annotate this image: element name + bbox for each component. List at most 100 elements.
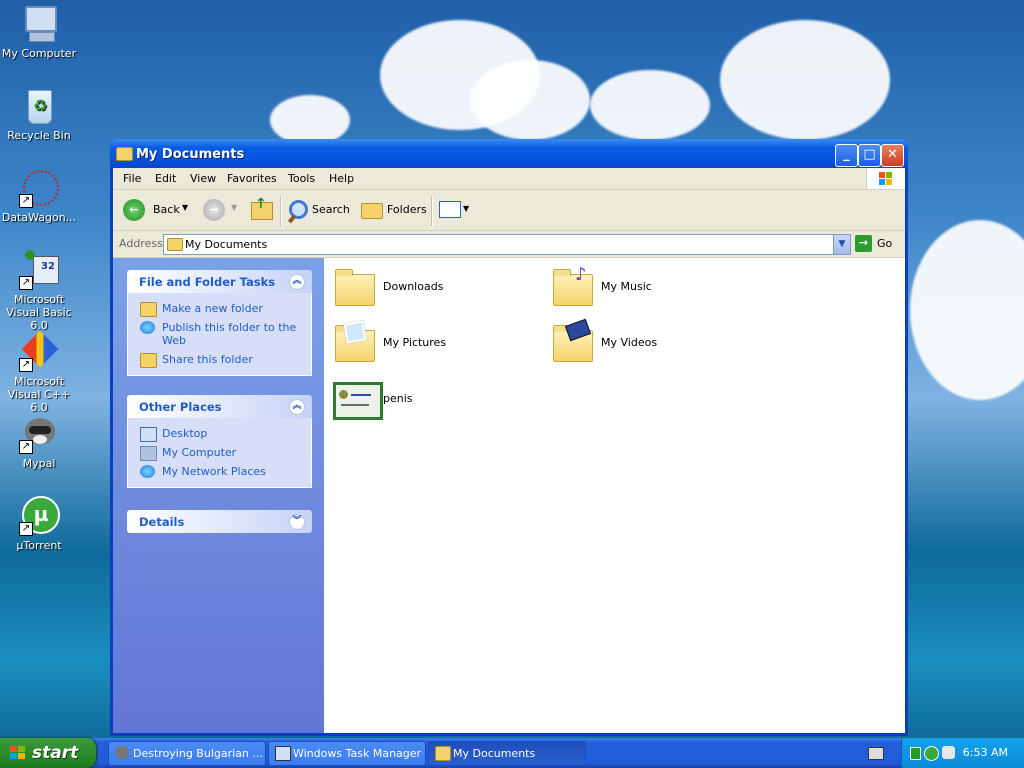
details-header[interactable]: Details ︾ — [127, 510, 312, 533]
utorrent-icon: µ ↗ — [19, 496, 60, 536]
menu-file[interactable]: File — [123, 172, 141, 185]
chevron-down-icon: ▼ — [463, 204, 470, 213]
place-my-network-places[interactable]: My Network Places — [128, 462, 311, 481]
go-arrow-icon: → — [855, 235, 872, 252]
panel-title: Details — [139, 515, 185, 529]
datawagon-icon: ↗ — [19, 168, 59, 208]
my-computer-icon — [140, 446, 157, 461]
go-label: Go — [877, 237, 893, 250]
videos-folder-icon — [551, 318, 595, 362]
file-name: penis — [383, 392, 413, 405]
music-folder-icon: ♪ — [551, 264, 595, 306]
search-button[interactable]: Search — [285, 195, 351, 225]
certificate-file-icon — [333, 378, 383, 420]
file-folder-tasks-header[interactable]: File and Folder Tasks ︽ — [127, 270, 312, 293]
chevron-down-icon[interactable]: ︾ — [289, 514, 305, 530]
address-value: My Documents — [185, 238, 268, 251]
desktop-icon — [140, 427, 157, 442]
taskbar-item[interactable]: Windows Task Manager — [268, 741, 426, 766]
file-name: My Videos — [601, 336, 658, 349]
minimize-icon: _ — [843, 147, 850, 162]
folder-icon — [167, 238, 183, 251]
menu-view[interactable]: View — [190, 172, 216, 185]
chevron-up-icon[interactable]: ︽ — [289, 399, 305, 415]
start-button[interactable]: start — [0, 738, 96, 768]
folder-icon — [116, 147, 133, 161]
desktop-icon-my-computer[interactable]: My Computer — [0, 4, 78, 60]
up-folder-button[interactable]: ↑ — [247, 196, 275, 224]
place-desktop[interactable]: Desktop — [128, 424, 311, 443]
globe-icon — [140, 321, 155, 334]
folders-icon — [361, 203, 383, 219]
file-name: My Pictures — [383, 336, 447, 349]
shortcut-arrow-icon: ↗ — [19, 522, 33, 536]
file-item-penis[interactable]: penis — [327, 376, 537, 426]
desktop-icon-mypal[interactable]: ↗ Mypal — [0, 414, 78, 470]
other-places-header[interactable]: Other Places ︽ — [127, 395, 312, 418]
system-tray: 6:53 AM — [901, 738, 1024, 768]
address-bar: Address My Documents ▼ → Go — [113, 231, 905, 258]
taskbar-item-label: My Documents — [453, 747, 536, 760]
title-bar[interactable]: My Documents _ □ ✕ — [110, 139, 908, 168]
desktop-icon-utorrent[interactable]: µ ↗ µTorrent — [0, 496, 78, 552]
address-input[interactable]: My Documents ▼ — [163, 234, 851, 255]
task-publish-folder[interactable]: Publish this folder to the Web — [128, 318, 311, 350]
taskbar-item-label: Destroying Bulgarian ... — [133, 747, 263, 760]
folders-button[interactable]: Folders — [357, 195, 427, 225]
desktop-icon-label: My Computer — [1, 47, 77, 60]
network-tray-icon[interactable] — [942, 746, 955, 759]
back-button[interactable]: ← Back ▼ — [119, 195, 189, 225]
details-panel: Details ︾ — [127, 510, 312, 533]
task-make-new-folder[interactable]: Make a new folder — [128, 299, 311, 318]
chevron-down-icon: ▼ — [182, 203, 189, 212]
menu-edit[interactable]: Edit — [155, 172, 176, 185]
start-label: start — [32, 743, 79, 763]
taskbar-item-active[interactable]: My Documents — [428, 741, 586, 766]
maximize-button[interactable]: □ — [858, 144, 881, 167]
folders-label: Folders — [387, 203, 427, 216]
visual-cpp-icon: ↗ — [19, 330, 59, 372]
menu-help[interactable]: Help — [329, 172, 354, 185]
task-share-folder[interactable]: Share this folder — [128, 350, 311, 369]
window-title: My Documents — [136, 147, 245, 162]
forward-button[interactable]: → ▼ — [201, 195, 241, 225]
desktop-icon-visual-cpp[interactable]: ↗ Microsoft Visual C++ 6.0 — [0, 330, 78, 414]
chevron-up-icon[interactable]: ︽ — [289, 274, 305, 290]
file-item-downloads[interactable]: Downloads — [327, 264, 537, 314]
place-label: My Computer — [162, 446, 237, 459]
background-cloud — [270, 95, 350, 145]
desktop-icon-label: µTorrent — [16, 539, 62, 552]
desktop-icon-recycle-bin[interactable]: ♻ Recycle Bin — [0, 86, 78, 142]
chevron-down-icon: ▼ — [838, 239, 846, 249]
shortcut-arrow-icon: ↗ — [19, 358, 33, 372]
file-list: Downloads ♪ My Music My Pictures My Vide… — [324, 258, 905, 733]
file-name: My Music — [601, 280, 652, 293]
panel-title: File and Folder Tasks — [139, 275, 276, 289]
taskbar-item[interactable]: Destroying Bulgarian ... — [108, 741, 266, 766]
go-button[interactable]: → Go — [853, 234, 901, 253]
utorrent-tray-icon[interactable] — [924, 746, 939, 761]
address-dropdown-button[interactable]: ▼ — [833, 235, 850, 254]
shortcut-arrow-icon: ↗ — [19, 440, 33, 454]
background-cloud — [590, 70, 710, 140]
taskbar: start Destroying Bulgarian ... Windows T… — [0, 738, 1024, 768]
windows-flag-icon — [10, 746, 26, 760]
tray-status-icon[interactable] — [910, 747, 921, 760]
place-my-computer[interactable]: My Computer — [128, 443, 311, 462]
file-item-my-pictures[interactable]: My Pictures — [327, 320, 537, 370]
desktop-icon-datawagon[interactable]: ↗ DataWagon... — [0, 168, 78, 224]
menu-tools[interactable]: Tools — [288, 172, 315, 185]
file-item-my-music[interactable]: ♪ My Music — [545, 264, 755, 314]
mypal-icon: ↗ — [19, 414, 59, 454]
minimize-button[interactable]: _ — [835, 144, 858, 167]
window-body: File Edit View Favorites Tools Help ← Ba… — [113, 168, 905, 733]
desktop-icon-visual-basic[interactable]: 32 ↗ Microsoft Visual Basic 6.0 — [0, 250, 78, 332]
views-button[interactable]: ▼ — [435, 196, 471, 224]
file-item-my-videos[interactable]: My Videos — [545, 318, 755, 370]
menu-favorites[interactable]: Favorites — [227, 172, 277, 185]
keyboard-icon[interactable] — [868, 747, 884, 760]
close-button[interactable]: ✕ — [881, 144, 904, 167]
panel-body: Desktop My Computer My Network Places — [127, 418, 312, 488]
taskbar-item-label: Windows Task Manager — [293, 747, 422, 760]
panel-title: Other Places — [139, 400, 222, 414]
